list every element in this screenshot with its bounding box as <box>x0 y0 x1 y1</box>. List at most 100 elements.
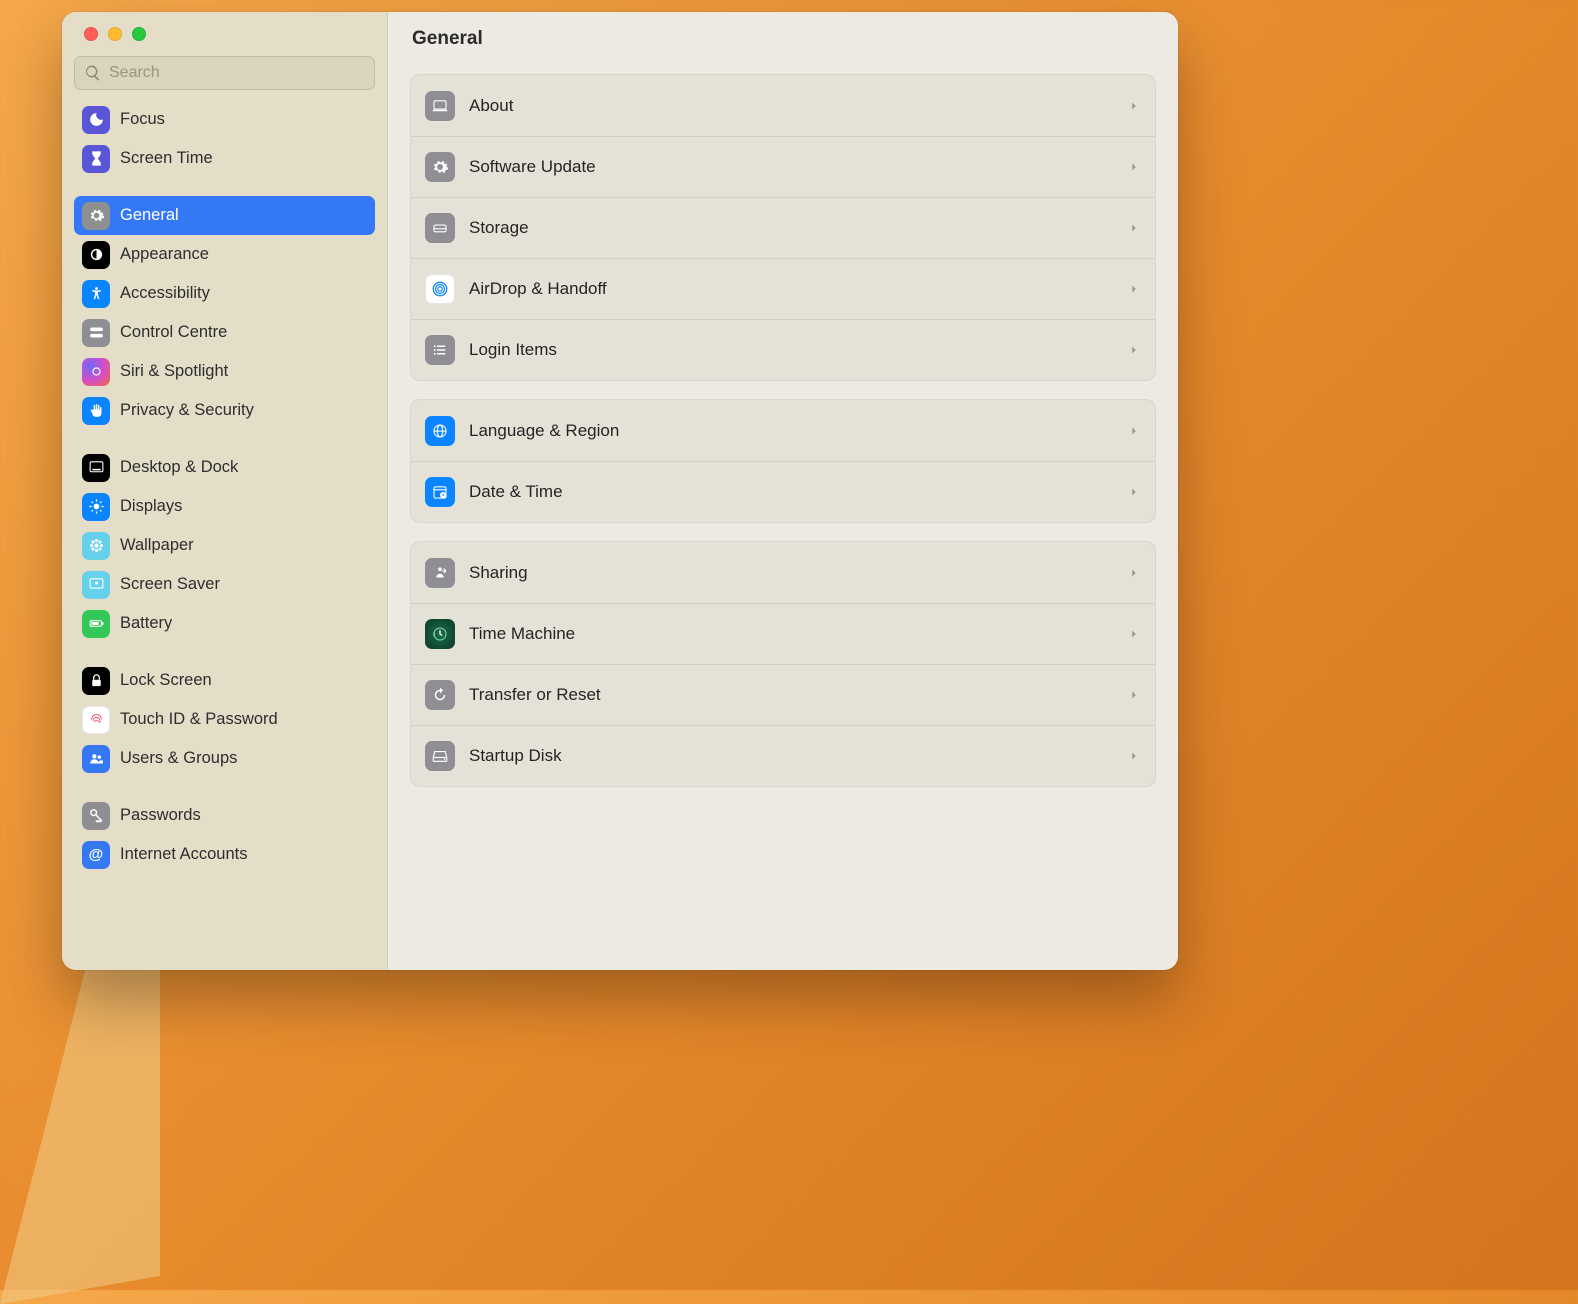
sidebar-item-label: Touch ID & Password <box>120 710 278 729</box>
laptop-icon <box>425 91 455 121</box>
settings-group: Language & Region Date & Time <box>410 399 1156 523</box>
chevron-right-icon <box>1127 749 1141 763</box>
settings-group: Sharing Time Machine Transfer or Reset S… <box>410 541 1156 787</box>
sidebar-item-internet-accounts[interactable]: @ Internet Accounts <box>74 835 375 874</box>
chevron-right-icon <box>1127 99 1141 113</box>
sidebar-item-label: Displays <box>120 497 182 516</box>
hourglass-icon <box>82 145 110 173</box>
dock-icon <box>82 454 110 482</box>
sidebar-item-lock-screen[interactable]: Lock Screen <box>74 661 375 700</box>
chevron-right-icon <box>1127 627 1141 641</box>
row-software-update[interactable]: Software Update <box>411 136 1155 197</box>
sidebar-item-label: Focus <box>120 110 165 129</box>
appearance-icon <box>82 241 110 269</box>
row-date-time[interactable]: Date & Time <box>411 461 1155 522</box>
row-sharing[interactable]: Sharing <box>411 542 1155 603</box>
chevron-right-icon <box>1127 343 1141 357</box>
row-about[interactable]: About <box>411 75 1155 136</box>
sidebar-item-focus[interactable]: Focus <box>74 100 375 139</box>
globe-icon <box>425 416 455 446</box>
sidebar-item-users-groups[interactable]: Users & Groups <box>74 739 375 778</box>
list-icon <box>425 335 455 365</box>
sidebar-item-label: Internet Accounts <box>120 845 248 864</box>
settings-window: Focus Screen Time General Appearance Acc… <box>62 12 1178 970</box>
minimize-button[interactable] <box>108 27 122 41</box>
row-language-region[interactable]: Language & Region <box>411 400 1155 461</box>
switches-icon <box>82 319 110 347</box>
users-icon <box>82 745 110 773</box>
sharing-icon <box>425 558 455 588</box>
settings-group: About Software Update Storage AirDrop & … <box>410 74 1156 381</box>
row-airdrop-handoff[interactable]: AirDrop & Handoff <box>411 258 1155 319</box>
sidebar-item-accessibility[interactable]: Accessibility <box>74 274 375 313</box>
row-label: Software Update <box>469 157 1113 177</box>
sidebar-item-displays[interactable]: Displays <box>74 487 375 526</box>
row-startup-disk[interactable]: Startup Disk <box>411 725 1155 786</box>
battery-icon <box>82 610 110 638</box>
close-button[interactable] <box>84 27 98 41</box>
chevron-right-icon <box>1127 221 1141 235</box>
sidebar-item-desktop-dock[interactable]: Desktop & Dock <box>74 448 375 487</box>
sidebar-item-screen-saver[interactable]: Screen Saver <box>74 565 375 604</box>
row-label: Startup Disk <box>469 746 1113 766</box>
calendar-clock-icon <box>425 477 455 507</box>
sidebar-item-touch-id[interactable]: Touch ID & Password <box>74 700 375 739</box>
airdrop-icon <box>425 274 455 304</box>
sidebar-item-wallpaper[interactable]: Wallpaper <box>74 526 375 565</box>
sidebar-item-label: General <box>120 206 179 225</box>
row-label: About <box>469 96 1113 116</box>
row-transfer-reset[interactable]: Transfer or Reset <box>411 664 1155 725</box>
time-machine-icon <box>425 619 455 649</box>
sidebar-item-privacy-security[interactable]: Privacy & Security <box>74 391 375 430</box>
sidebar-item-passwords[interactable]: Passwords <box>74 796 375 835</box>
row-label: Storage <box>469 218 1113 238</box>
window-controls <box>62 12 387 56</box>
content-body: About Software Update Storage AirDrop & … <box>388 66 1178 970</box>
sidebar-item-label: Control Centre <box>120 323 227 342</box>
sidebar-item-siri-spotlight[interactable]: Siri & Spotlight <box>74 352 375 391</box>
moon-icon <box>82 106 110 134</box>
content-pane: General About Software Update Storage <box>388 12 1178 970</box>
page-title: General <box>388 12 1178 66</box>
sidebar-item-battery[interactable]: Battery <box>74 604 375 643</box>
row-time-machine[interactable]: Time Machine <box>411 603 1155 664</box>
sidebar-item-general[interactable]: General <box>74 196 375 235</box>
chevron-right-icon <box>1127 282 1141 296</box>
sidebar-item-label: Lock Screen <box>120 671 212 690</box>
sidebar-item-label: Desktop & Dock <box>120 458 238 477</box>
sidebar-item-label: Appearance <box>120 245 209 264</box>
sidebar-item-label: Wallpaper <box>120 536 194 555</box>
gear-icon <box>425 152 455 182</box>
sidebar-item-label: Siri & Spotlight <box>120 362 228 381</box>
sidebar-item-label: Users & Groups <box>120 749 237 768</box>
zoom-button[interactable] <box>132 27 146 41</box>
sidebar-item-control-centre[interactable]: Control Centre <box>74 313 375 352</box>
search-field[interactable] <box>74 56 375 90</box>
chevron-right-icon <box>1127 688 1141 702</box>
screensaver-icon <box>82 571 110 599</box>
row-label: Sharing <box>469 563 1113 583</box>
sidebar-item-screen-time[interactable]: Screen Time <box>74 139 375 178</box>
row-label: Login Items <box>469 340 1113 360</box>
reset-icon <box>425 680 455 710</box>
sidebar-item-label: Accessibility <box>120 284 210 303</box>
row-login-items[interactable]: Login Items <box>411 319 1155 380</box>
lock-icon <box>82 667 110 695</box>
sidebar: Focus Screen Time General Appearance Acc… <box>62 12 388 970</box>
row-storage[interactable]: Storage <box>411 197 1155 258</box>
row-label: Transfer or Reset <box>469 685 1113 705</box>
sidebar-item-appearance[interactable]: Appearance <box>74 235 375 274</box>
search-input[interactable] <box>74 56 375 90</box>
accessibility-icon <box>82 280 110 308</box>
sidebar-list: Focus Screen Time General Appearance Acc… <box>62 100 387 970</box>
gear-icon <box>82 202 110 230</box>
row-label: Time Machine <box>469 624 1113 644</box>
sidebar-item-label: Battery <box>120 614 172 633</box>
fingerprint-icon <box>82 706 110 734</box>
hard-drive-icon <box>425 741 455 771</box>
chevron-right-icon <box>1127 160 1141 174</box>
sidebar-item-label: Screen Time <box>120 149 213 168</box>
hand-icon <box>82 397 110 425</box>
key-icon <box>82 802 110 830</box>
flower-icon <box>82 532 110 560</box>
